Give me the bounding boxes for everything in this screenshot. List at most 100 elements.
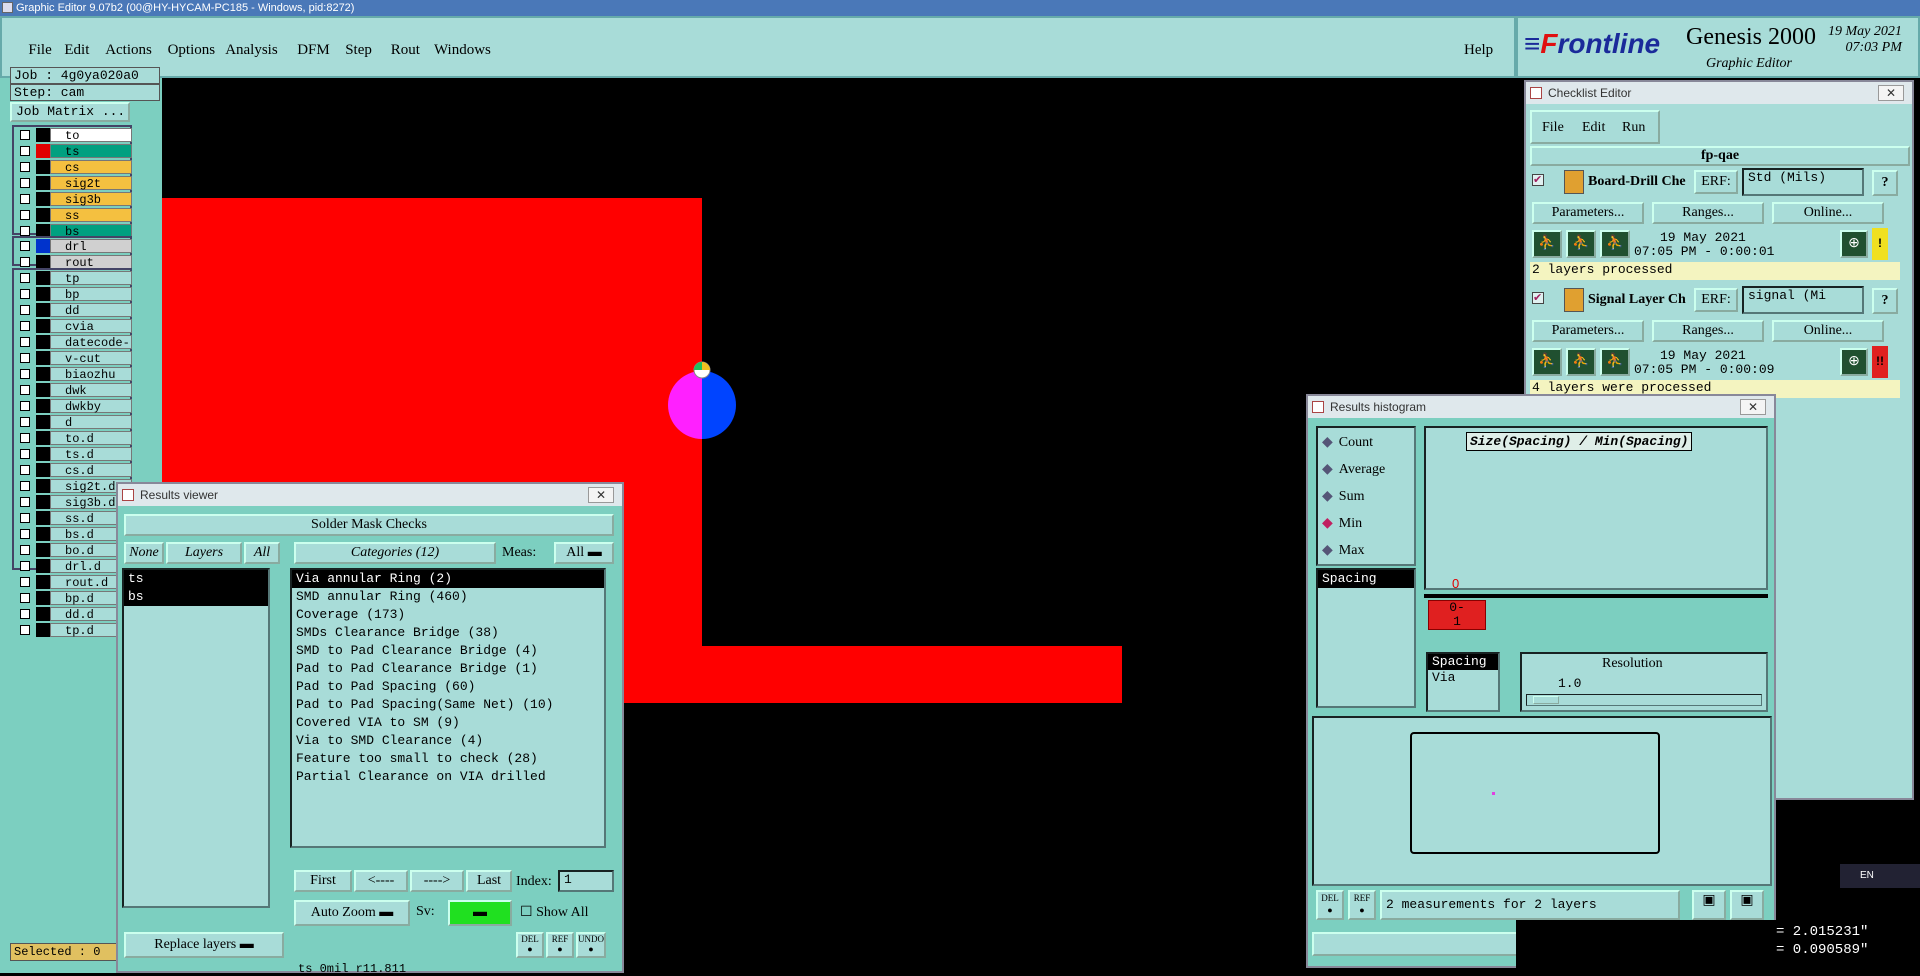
layer-color-swatch[interactable] <box>36 287 50 301</box>
layer-color-swatch[interactable] <box>36 479 50 493</box>
layer-name[interactable]: datecode-pte <box>50 335 132 364</box>
radio-icon[interactable]: ◆ <box>1322 489 1333 504</box>
language-indicator[interactable]: EN <box>1840 864 1920 888</box>
layer-color-swatch[interactable] <box>36 208 50 222</box>
layer-name[interactable]: d <box>50 415 132 430</box>
job-matrix-button[interactable]: Job Matrix ... <box>10 102 130 122</box>
layer-checkbox[interactable] <box>20 449 30 459</box>
layer-color-swatch[interactable] <box>36 463 50 477</box>
layer-checkbox[interactable] <box>20 529 30 539</box>
list-item[interactable]: SMD to Pad Clearance Bridge (4) <box>292 642 604 660</box>
layer-color-swatch[interactable] <box>36 239 50 253</box>
layer-color-swatch[interactable] <box>36 543 50 557</box>
first-button[interactable]: First <box>294 870 352 892</box>
layer-checkbox[interactable] <box>20 401 30 411</box>
layer-row[interactable]: v-cut <box>14 350 132 366</box>
layer-color-swatch[interactable] <box>36 303 50 317</box>
layer-name[interactable]: dwkby <box>50 399 132 414</box>
layer-color-swatch[interactable] <box>36 559 50 573</box>
layer-checkbox[interactable] <box>20 162 30 172</box>
check-help-icon[interactable]: ? <box>1872 288 1898 314</box>
layer-checkbox[interactable] <box>20 561 30 571</box>
measure-list[interactable]: Spacing <box>1316 568 1416 708</box>
layer-checkbox[interactable] <box>20 226 30 236</box>
undo-button[interactable]: UNDO ● <box>576 932 606 958</box>
list-item[interactable]: Spacing <box>1428 654 1498 670</box>
ranges-button[interactable]: Ranges... <box>1652 320 1764 342</box>
highlight-results-icon[interactable]: ▣ <box>1730 890 1764 920</box>
list-item[interactable]: Feature too small to check (28) <box>292 750 604 768</box>
run-step-icon[interactable]: ⛹ <box>1566 348 1596 376</box>
layer-color-swatch[interactable] <box>36 271 50 285</box>
radio-icon[interactable]: ◆ <box>1322 462 1333 477</box>
resolution-slider[interactable] <box>1526 694 1762 706</box>
layer-checkbox[interactable] <box>20 305 30 315</box>
last-button[interactable]: Last <box>466 870 512 892</box>
layer-row[interactable]: cvia <box>14 318 132 334</box>
layer-row[interactable]: ss.d <box>14 510 132 526</box>
layer-name[interactable]: rout <box>50 255 132 270</box>
layer-color-swatch[interactable] <box>36 431 50 445</box>
layer-checkbox[interactable] <box>20 545 30 555</box>
run-all-icon[interactable]: ⛹ <box>1600 348 1630 376</box>
aggregate-options[interactable]: ◆ Count ◆ Average ◆ Sum ◆ Min ◆ Max <box>1316 426 1416 566</box>
menu-step[interactable]: Step <box>345 42 372 59</box>
list-item[interactable]: Via annular Ring (2) <box>292 570 604 588</box>
layer-row[interactable]: cs <box>14 159 132 175</box>
menu-file[interactable]: File <box>28 42 51 59</box>
layer-name[interactable]: cvia <box>50 319 132 334</box>
layer-name[interactable]: ts.d <box>50 447 132 462</box>
run-all-icon[interactable]: ⛹ <box>1600 230 1630 258</box>
ranges-button[interactable]: Ranges... <box>1652 202 1764 224</box>
erf-value[interactable]: signal (Mi <box>1742 286 1864 314</box>
layer-name[interactable]: sig3b <box>50 192 132 207</box>
aggregate-option-average[interactable]: ◆ Average <box>1322 461 1385 478</box>
layer-color-swatch[interactable] <box>36 591 50 605</box>
menu-dfm[interactable]: DFM <box>297 42 330 59</box>
layer-row[interactable]: sig3b.d <box>14 494 132 510</box>
layer-checkbox[interactable] <box>20 513 30 523</box>
layer-color-swatch[interactable] <box>36 575 50 589</box>
layer-color-swatch[interactable] <box>36 623 50 637</box>
show-all-checkbox[interactable]: ☐ Show All <box>520 904 589 921</box>
layer-checkbox[interactable] <box>20 481 30 491</box>
layer-checkbox[interactable] <box>20 433 30 443</box>
layer-row[interactable]: datecode-pte <box>14 334 132 364</box>
run-icon[interactable]: ⛹ <box>1532 348 1562 376</box>
layer-color-swatch[interactable] <box>36 319 50 333</box>
layer-row[interactable]: to <box>14 127 132 143</box>
layer-color-swatch[interactable] <box>36 192 50 206</box>
severity-flag[interactable]: ! <box>1872 228 1888 260</box>
check-name[interactable]: Board-Drill Che <box>1588 174 1698 190</box>
list-item[interactable]: Partial Clearance on VIA drilled <box>292 768 604 786</box>
layer-row[interactable]: bs.d <box>14 526 132 542</box>
histogram-ref-button[interactable]: REF ● <box>1348 890 1376 920</box>
layer-checkbox[interactable] <box>20 337 30 347</box>
menu-analysis[interactable]: Analysis <box>225 42 278 59</box>
menu-help[interactable]: Help <box>1464 42 1493 59</box>
list-item[interactable]: Pad to Pad Spacing (60) <box>292 678 604 696</box>
erf-button[interactable]: ERF: <box>1694 288 1738 312</box>
checklist-menu-edit[interactable]: Edit <box>1582 120 1605 136</box>
layer-checkbox[interactable] <box>20 353 30 363</box>
layer-checkbox[interactable] <box>20 577 30 587</box>
layer-row[interactable]: drl <box>14 238 132 254</box>
layer-color-swatch[interactable] <box>36 607 50 621</box>
layer-name[interactable]: dd <box>50 303 132 318</box>
layer-row[interactable]: dd <box>14 302 132 318</box>
radio-icon[interactable]: ◆ <box>1322 516 1333 531</box>
layer-row[interactable]: d <box>14 414 132 430</box>
layer-row[interactable]: bo.d <box>14 542 132 558</box>
list-item[interactable]: Via to SMD Clearance (4) <box>292 732 604 750</box>
layer-checkbox[interactable] <box>20 178 30 188</box>
layer-row[interactable]: tp <box>14 270 132 286</box>
check-name[interactable]: Signal Layer Ch <box>1588 292 1698 308</box>
layer-name[interactable]: cs <box>50 160 132 175</box>
layer-row[interactable]: drl.d <box>14 558 132 574</box>
aggregate-option-count[interactable]: ◆ Count <box>1322 434 1373 451</box>
list-item[interactable]: bs <box>124 588 268 606</box>
layer-checkbox[interactable] <box>20 194 30 204</box>
check-enable-checkbox[interactable]: ✔ <box>1532 174 1544 186</box>
layer-color-swatch[interactable] <box>36 335 50 349</box>
layer-name[interactable]: to <box>50 128 132 143</box>
